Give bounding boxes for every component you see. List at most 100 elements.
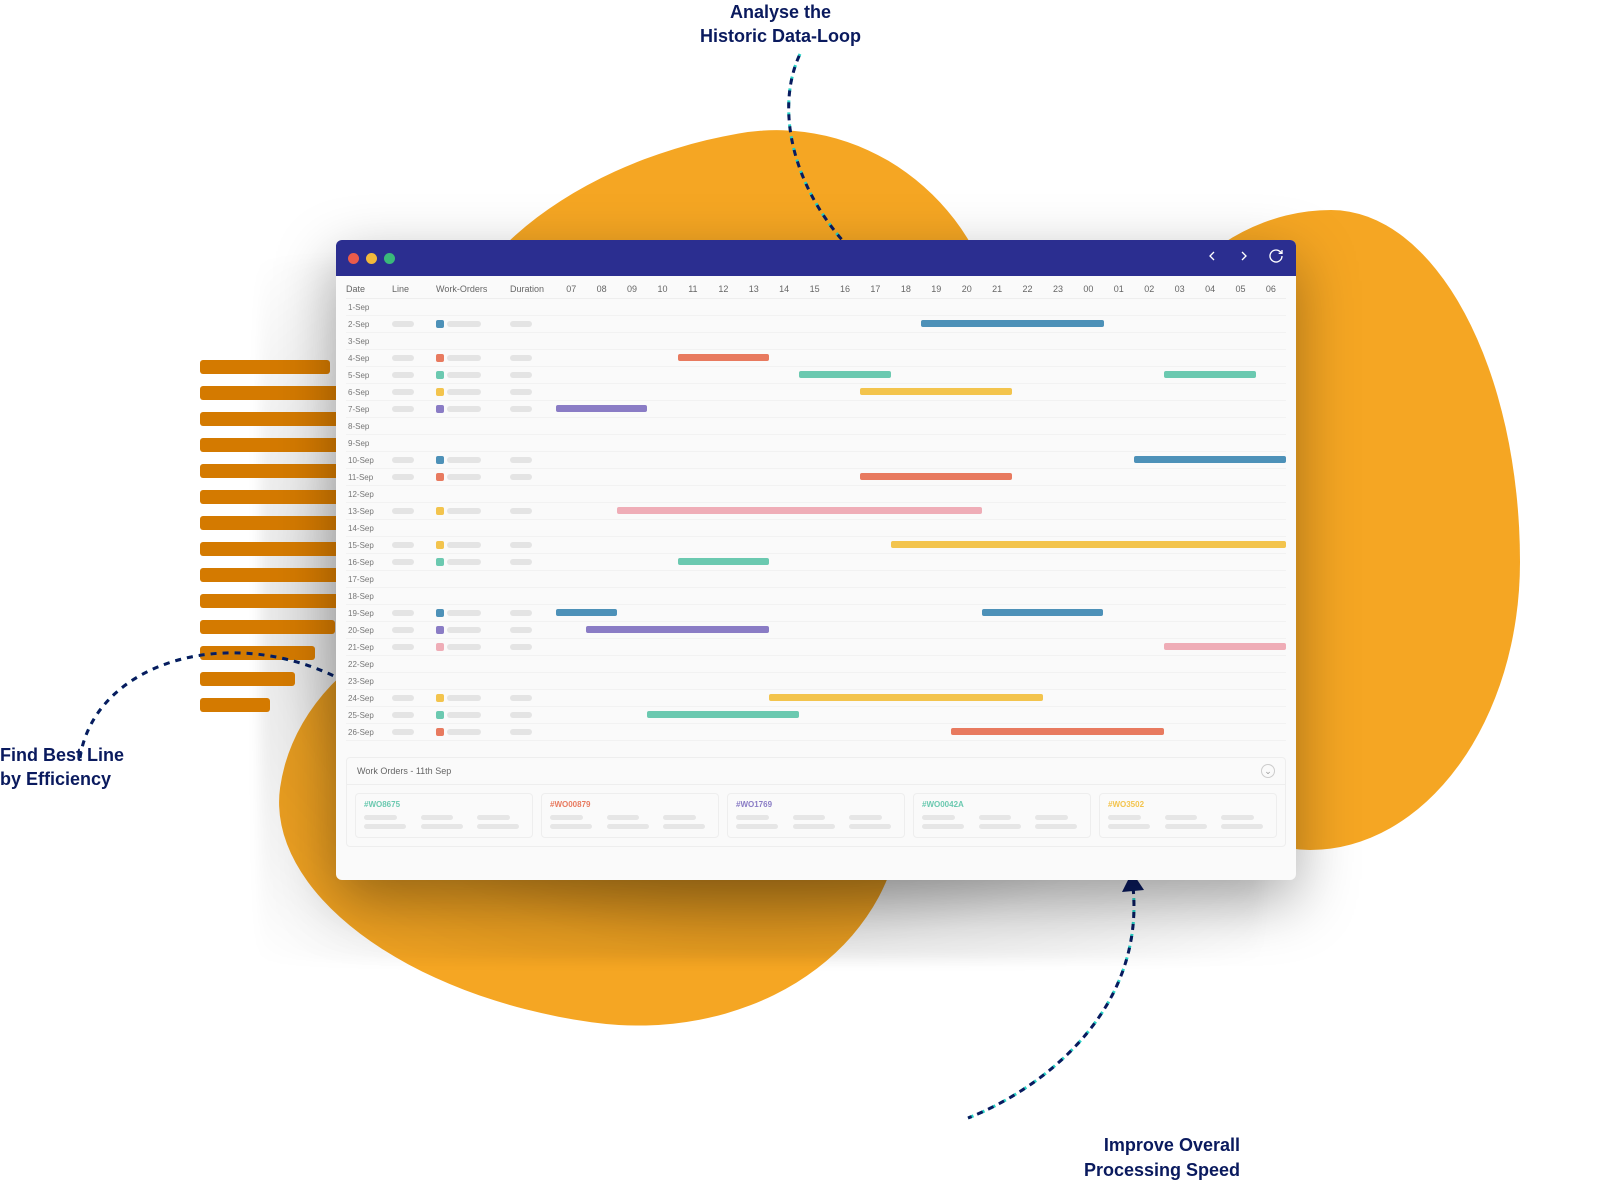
gantt-row[interactable]: 17-Sep xyxy=(346,571,1286,588)
expand-button[interactable]: ⌄ xyxy=(1261,764,1275,778)
hour-label: 14 xyxy=(769,284,799,294)
gantt-bar[interactable] xyxy=(921,320,1104,327)
gantt-bar[interactable] xyxy=(678,354,769,361)
gantt-bar[interactable] xyxy=(769,694,1043,701)
hour-label: 10 xyxy=(647,284,677,294)
gantt-bar[interactable] xyxy=(860,388,1012,395)
gantt-bar[interactable] xyxy=(1164,643,1286,650)
cell-date: 17-Sep xyxy=(346,575,392,584)
cell-date: 6-Sep xyxy=(346,388,392,397)
work-order-card[interactable]: #WO00879 xyxy=(541,793,719,838)
gantt-row[interactable]: 14-Sep xyxy=(346,520,1286,537)
card-id: #WO1769 xyxy=(736,800,896,809)
hour-label: 03 xyxy=(1164,284,1194,294)
cell-date: 12-Sep xyxy=(346,490,392,499)
work-order-card[interactable]: #WO8675 xyxy=(355,793,533,838)
close-icon[interactable] xyxy=(348,253,359,264)
gantt-bar[interactable] xyxy=(617,507,982,514)
cell-duration xyxy=(510,406,556,412)
gantt-row[interactable]: 4-Sep xyxy=(346,350,1286,367)
cell-duration xyxy=(510,474,556,480)
gantt-row[interactable]: 18-Sep xyxy=(346,588,1286,605)
gantt-bar[interactable] xyxy=(799,371,890,378)
gantt-row[interactable]: 26-Sep xyxy=(346,724,1286,741)
gantt-row[interactable]: 7-Sep xyxy=(346,401,1286,418)
callout-analyse: Analyse the Historic Data-Loop xyxy=(700,0,861,49)
hour-label: 17 xyxy=(860,284,890,294)
gantt-track xyxy=(556,435,1286,451)
gantt-row[interactable]: 2-Sep xyxy=(346,316,1286,333)
cell-duration xyxy=(510,542,556,548)
minimize-icon[interactable] xyxy=(366,253,377,264)
cell-work-order xyxy=(436,558,510,566)
gantt-row[interactable]: 24-Sep xyxy=(346,690,1286,707)
cell-date: 24-Sep xyxy=(346,694,392,703)
hour-label: 06 xyxy=(1256,284,1286,294)
gantt-row[interactable]: 22-Sep xyxy=(346,656,1286,673)
cell-date: 20-Sep xyxy=(346,626,392,635)
cell-date: 21-Sep xyxy=(346,643,392,652)
panel-title: Work Orders - 11th Sep xyxy=(357,766,451,776)
gantt-bar[interactable] xyxy=(678,558,769,565)
gantt-row[interactable]: 15-Sep xyxy=(346,537,1286,554)
cell-line xyxy=(392,542,436,548)
window-controls xyxy=(348,253,395,264)
gantt-row[interactable]: 11-Sep xyxy=(346,469,1286,486)
refresh-button[interactable] xyxy=(1268,248,1284,269)
gantt-bar[interactable] xyxy=(891,541,1286,548)
cell-line xyxy=(392,729,436,735)
gantt-row[interactable]: 19-Sep xyxy=(346,605,1286,622)
gantt-row[interactable]: 20-Sep xyxy=(346,622,1286,639)
gantt-bar[interactable] xyxy=(647,711,799,718)
nav-prev-button[interactable] xyxy=(1204,248,1220,269)
gantt-track xyxy=(556,588,1286,604)
gantt-row[interactable]: 5-Sep xyxy=(346,367,1286,384)
cell-date: 3-Sep xyxy=(346,337,392,346)
cell-line xyxy=(392,457,436,463)
gantt-row[interactable]: 8-Sep xyxy=(346,418,1286,435)
nav-next-button[interactable] xyxy=(1236,248,1252,269)
gantt-row[interactable]: 12-Sep xyxy=(346,486,1286,503)
gantt-bar[interactable] xyxy=(1134,456,1286,463)
work-order-card[interactable]: #WO3502 xyxy=(1099,793,1277,838)
gantt-row[interactable]: 25-Sep xyxy=(346,707,1286,724)
cell-line xyxy=(392,321,436,327)
cell-line xyxy=(392,389,436,395)
gantt-row[interactable]: 10-Sep xyxy=(346,452,1286,469)
cell-duration xyxy=(510,610,556,616)
gantt-row[interactable]: 16-Sep xyxy=(346,554,1286,571)
cell-work-order xyxy=(436,609,510,617)
gantt-track xyxy=(556,299,1286,315)
gantt-bar[interactable] xyxy=(586,626,769,633)
gantt-row[interactable]: 9-Sep xyxy=(346,435,1286,452)
callout-text: Improve Overall xyxy=(1084,1133,1240,1157)
gantt-row[interactable]: 6-Sep xyxy=(346,384,1286,401)
work-orders-panel: Work Orders - 11th Sep ⌄ #WO8675#WO00879… xyxy=(346,757,1286,847)
gantt-bar[interactable] xyxy=(951,728,1164,735)
cell-line xyxy=(392,644,436,650)
cell-date: 18-Sep xyxy=(346,592,392,601)
cell-line xyxy=(392,474,436,480)
cell-duration xyxy=(510,559,556,565)
gantt-bar[interactable] xyxy=(556,405,647,412)
gantt-bar[interactable] xyxy=(982,609,1104,616)
gantt-body: 1-Sep 2-Sep 3-Sep 4-Sep5-Sep 6-Sep 7-Sep8-Sep… xyxy=(346,299,1286,741)
hour-label: 05 xyxy=(1225,284,1255,294)
app-window: Date Line Work-Orders Duration 070809101… xyxy=(336,240,1296,880)
gantt-row[interactable]: 23-Sep xyxy=(346,673,1286,690)
hour-label: 15 xyxy=(799,284,829,294)
work-order-card[interactable]: #WO0042A xyxy=(913,793,1091,838)
gantt-bar[interactable] xyxy=(556,609,617,616)
maximize-icon[interactable] xyxy=(384,253,395,264)
gantt-bar[interactable] xyxy=(860,473,1012,480)
gantt-row[interactable]: 21-Sep xyxy=(346,639,1286,656)
cell-duration xyxy=(510,712,556,718)
gantt-row[interactable]: 13-Sep xyxy=(346,503,1286,520)
work-order-card[interactable]: #WO1769 xyxy=(727,793,905,838)
cell-date: 1-Sep xyxy=(346,303,392,312)
gantt-bar[interactable] xyxy=(1164,371,1255,378)
callout-processing: Improve Overall Processing Speed xyxy=(1084,1133,1240,1182)
col-work-orders: Work-Orders xyxy=(436,284,510,294)
gantt-row[interactable]: 3-Sep xyxy=(346,333,1286,350)
gantt-row[interactable]: 1-Sep xyxy=(346,299,1286,316)
